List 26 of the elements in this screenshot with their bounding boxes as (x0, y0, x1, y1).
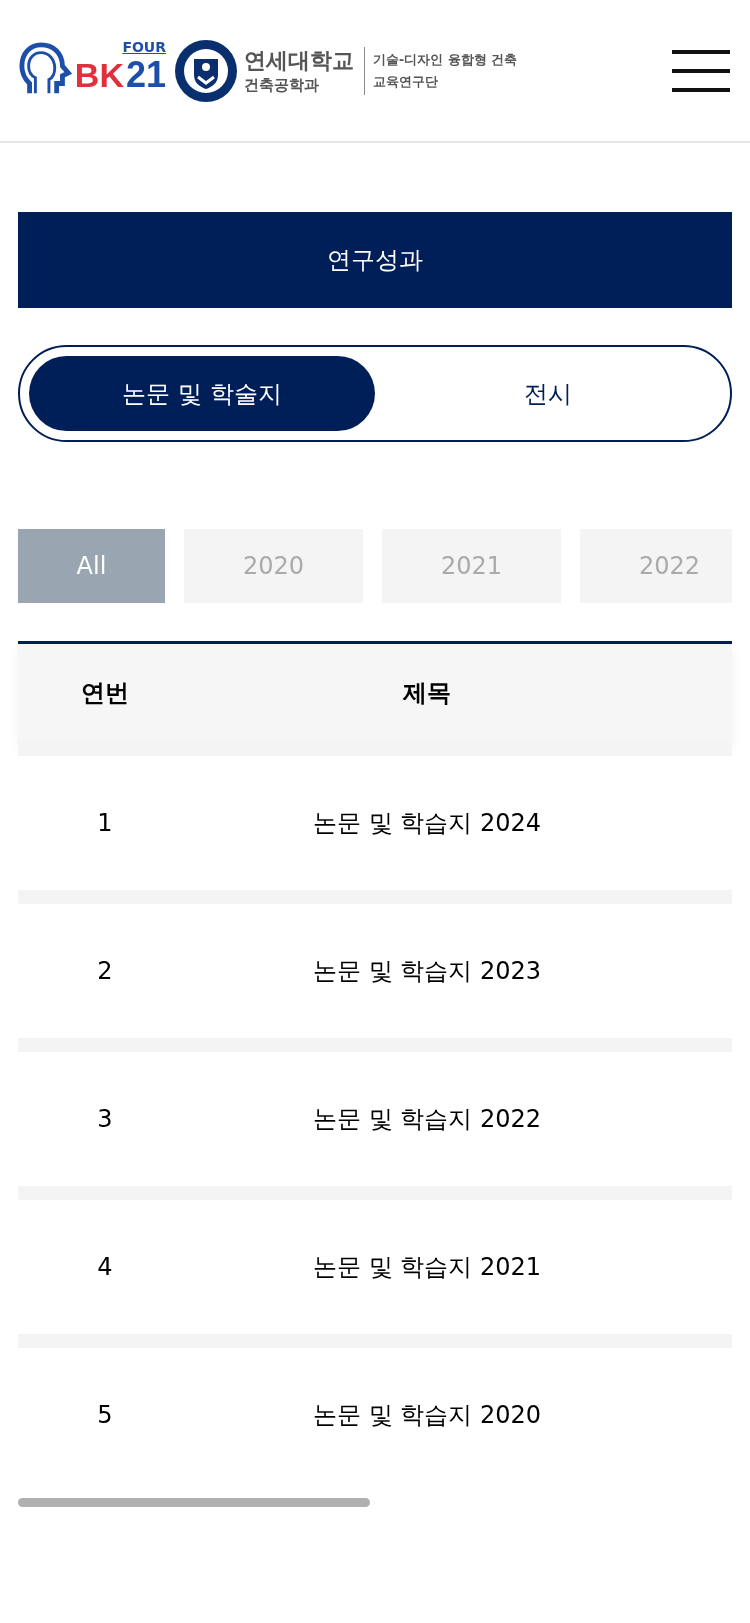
table-cell-text: 논문 및 학습지 2023 (312, 956, 542, 987)
table-cell-text: 3 (96, 1105, 114, 1133)
logo-text: BK (74, 54, 124, 95)
table-row[interactable]: 4 논문 및 학습지 2021 (18, 1186, 732, 1334)
logo-text: 21 (125, 54, 166, 95)
logo-text: FOUR (122, 38, 166, 55)
table-cell-text: 논문 및 학습지 2022 (312, 1104, 542, 1135)
table-cell-text: 4 (96, 1253, 114, 1281)
table-cell-text: 논문 및 학습지 2020 (312, 1400, 542, 1431)
group-name: 교육연구단 (373, 72, 439, 91)
group-name: 기술-디자인 융합형 건축 (373, 50, 517, 69)
table-row[interactable]: 3 논문 및 학습지 2022 (18, 1038, 732, 1186)
table-cell-text: 5 (96, 1401, 114, 1429)
tab[interactable]: 논문 및 학술지 (29, 356, 375, 431)
table-cell-text: 1 (96, 809, 114, 837)
table-row[interactable]: 5 논문 및 학습지 2020 (18, 1334, 732, 1482)
table-row[interactable]: 2 논문 및 학습지 2023 (18, 890, 732, 1038)
column-header: 연번 (80, 678, 130, 709)
department-name: 건축공학과 (244, 74, 320, 95)
table-cell-text: 2 (96, 957, 114, 985)
page-title: 연구성과 (18, 212, 732, 308)
table-cell-text: 논문 및 학습지 2021 (312, 1252, 542, 1283)
table-row[interactable]: 1 논문 및 학습지 2024 (18, 742, 732, 890)
column-header: 제목 (402, 678, 452, 709)
table-cell-text: 논문 및 학습지 2024 (312, 808, 542, 839)
university-name: 연세대학교 (244, 46, 354, 75)
